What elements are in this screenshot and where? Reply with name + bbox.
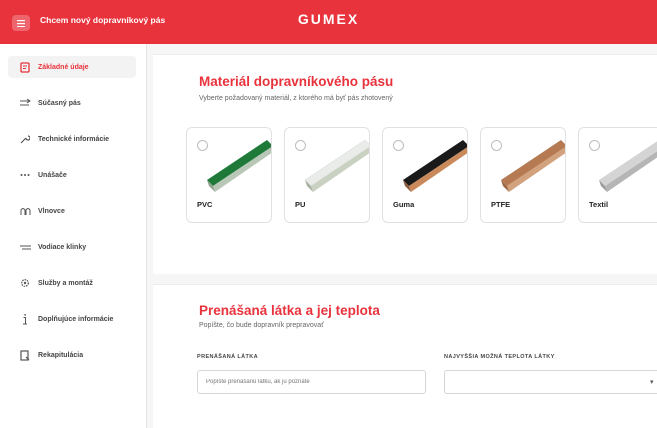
hamburger-icon xyxy=(17,19,25,27)
sidebar-item-label: Vlnovce xyxy=(38,207,65,215)
menu-button[interactable] xyxy=(12,15,30,31)
material-option-pvc[interactable]: PVC xyxy=(186,127,272,223)
sidebar-item-zakladne-udaje[interactable]: Základné údaje xyxy=(8,56,136,78)
material-label: Textil xyxy=(589,200,609,209)
sidebar-item-label: Vodiace klinky xyxy=(38,243,87,251)
top-bar: Chcem nový dopravníkový pás GUMEX xyxy=(0,0,657,44)
sidebar-item-label: Základné údaje xyxy=(38,63,89,71)
belt-guma-icon xyxy=(403,140,467,192)
sidebar-item-doplnujuce-informacie[interactable]: Doplňujúce informácie xyxy=(8,308,136,330)
material-section: Materiál dopravníkového pásu Vyberte pož… xyxy=(153,54,657,274)
guide-lines-icon xyxy=(18,241,32,253)
temperature-label: NAJVYŠŠIA MOŽNÁ TEPLOTA LÁTKY xyxy=(444,354,555,360)
belt-pvc-icon xyxy=(207,140,271,192)
material-option-textil[interactable]: Textil xyxy=(578,127,657,223)
material-label: Guma xyxy=(393,200,415,209)
brand-logo: GUMEX xyxy=(297,11,360,27)
material-label: PVC xyxy=(197,200,213,209)
arrow-right-icon xyxy=(18,97,32,109)
sidebar-item-technicke-informacie[interactable]: Technické informácie xyxy=(8,128,136,150)
summary-icon xyxy=(18,349,32,361)
sidebar-item-vlnovce[interactable]: Vlnovce xyxy=(8,200,136,222)
material-label: PTFE xyxy=(491,200,511,209)
material-option-ptfe[interactable]: PTFE xyxy=(480,127,566,223)
sidebar-item-sucasny-pas[interactable]: Súčasný pás xyxy=(8,92,136,114)
sidebar-item-label: Rekapitulácia xyxy=(38,351,84,359)
substance-input[interactable] xyxy=(197,370,426,394)
sidebar-item-unasace[interactable]: Unášače xyxy=(8,164,136,186)
chevron-down-icon[interactable]: ▾ xyxy=(650,378,654,386)
document-icon xyxy=(18,61,32,73)
material-section-title: Materiál dopravníkového pásu xyxy=(199,74,394,89)
material-option-guma[interactable]: Guma xyxy=(382,127,468,223)
material-option-pu[interactable]: PU xyxy=(284,127,370,223)
temperature-select[interactable] xyxy=(444,370,657,394)
main-content: Materiál dopravníkového pásu Vyberte pož… xyxy=(147,44,657,428)
wave-icon xyxy=(18,205,32,217)
gear-icon xyxy=(18,277,32,289)
wrench-icon xyxy=(18,133,32,145)
belt-pu-icon xyxy=(304,139,369,192)
dots-icon xyxy=(18,169,32,181)
material-section-subtitle: Vyberte požadovaný materiál, z ktorého m… xyxy=(199,95,393,102)
sidebar-item-label: Unášače xyxy=(38,171,67,179)
transport-section-title: Prenášaná látka a jej teplota xyxy=(199,303,380,318)
sidebar-item-vodiace-klinky[interactable]: Vodiace klinky xyxy=(8,236,136,258)
sidebar-item-label: Doplňujúce informácie xyxy=(38,315,114,323)
sidebar-item-label: Technické informácie xyxy=(38,135,110,143)
page-title: Chcem nový dopravníkový pás xyxy=(40,15,166,25)
belt-ptfe-icon xyxy=(501,140,565,192)
substance-label: PRENÁŠANÁ LÁTKA xyxy=(197,354,258,360)
sidebar-item-label: Súčasný pás xyxy=(38,99,81,107)
transport-section-subtitle: Popíšte, čo bude dopravník prepravovať xyxy=(199,322,324,329)
material-label: PU xyxy=(295,200,306,209)
sidebar-item-rekapitulacia[interactable]: Rekapitulácia xyxy=(8,344,136,366)
sidebar-item-label: Služby a montáž xyxy=(38,279,93,287)
info-icon xyxy=(18,313,32,325)
sidebar: Základné údaje Súčasný pás Technické inf… xyxy=(0,44,147,428)
sidebar-item-sluzby-a-montaz[interactable]: Služby a montáž xyxy=(8,272,136,294)
belt-textil-icon xyxy=(599,141,657,192)
